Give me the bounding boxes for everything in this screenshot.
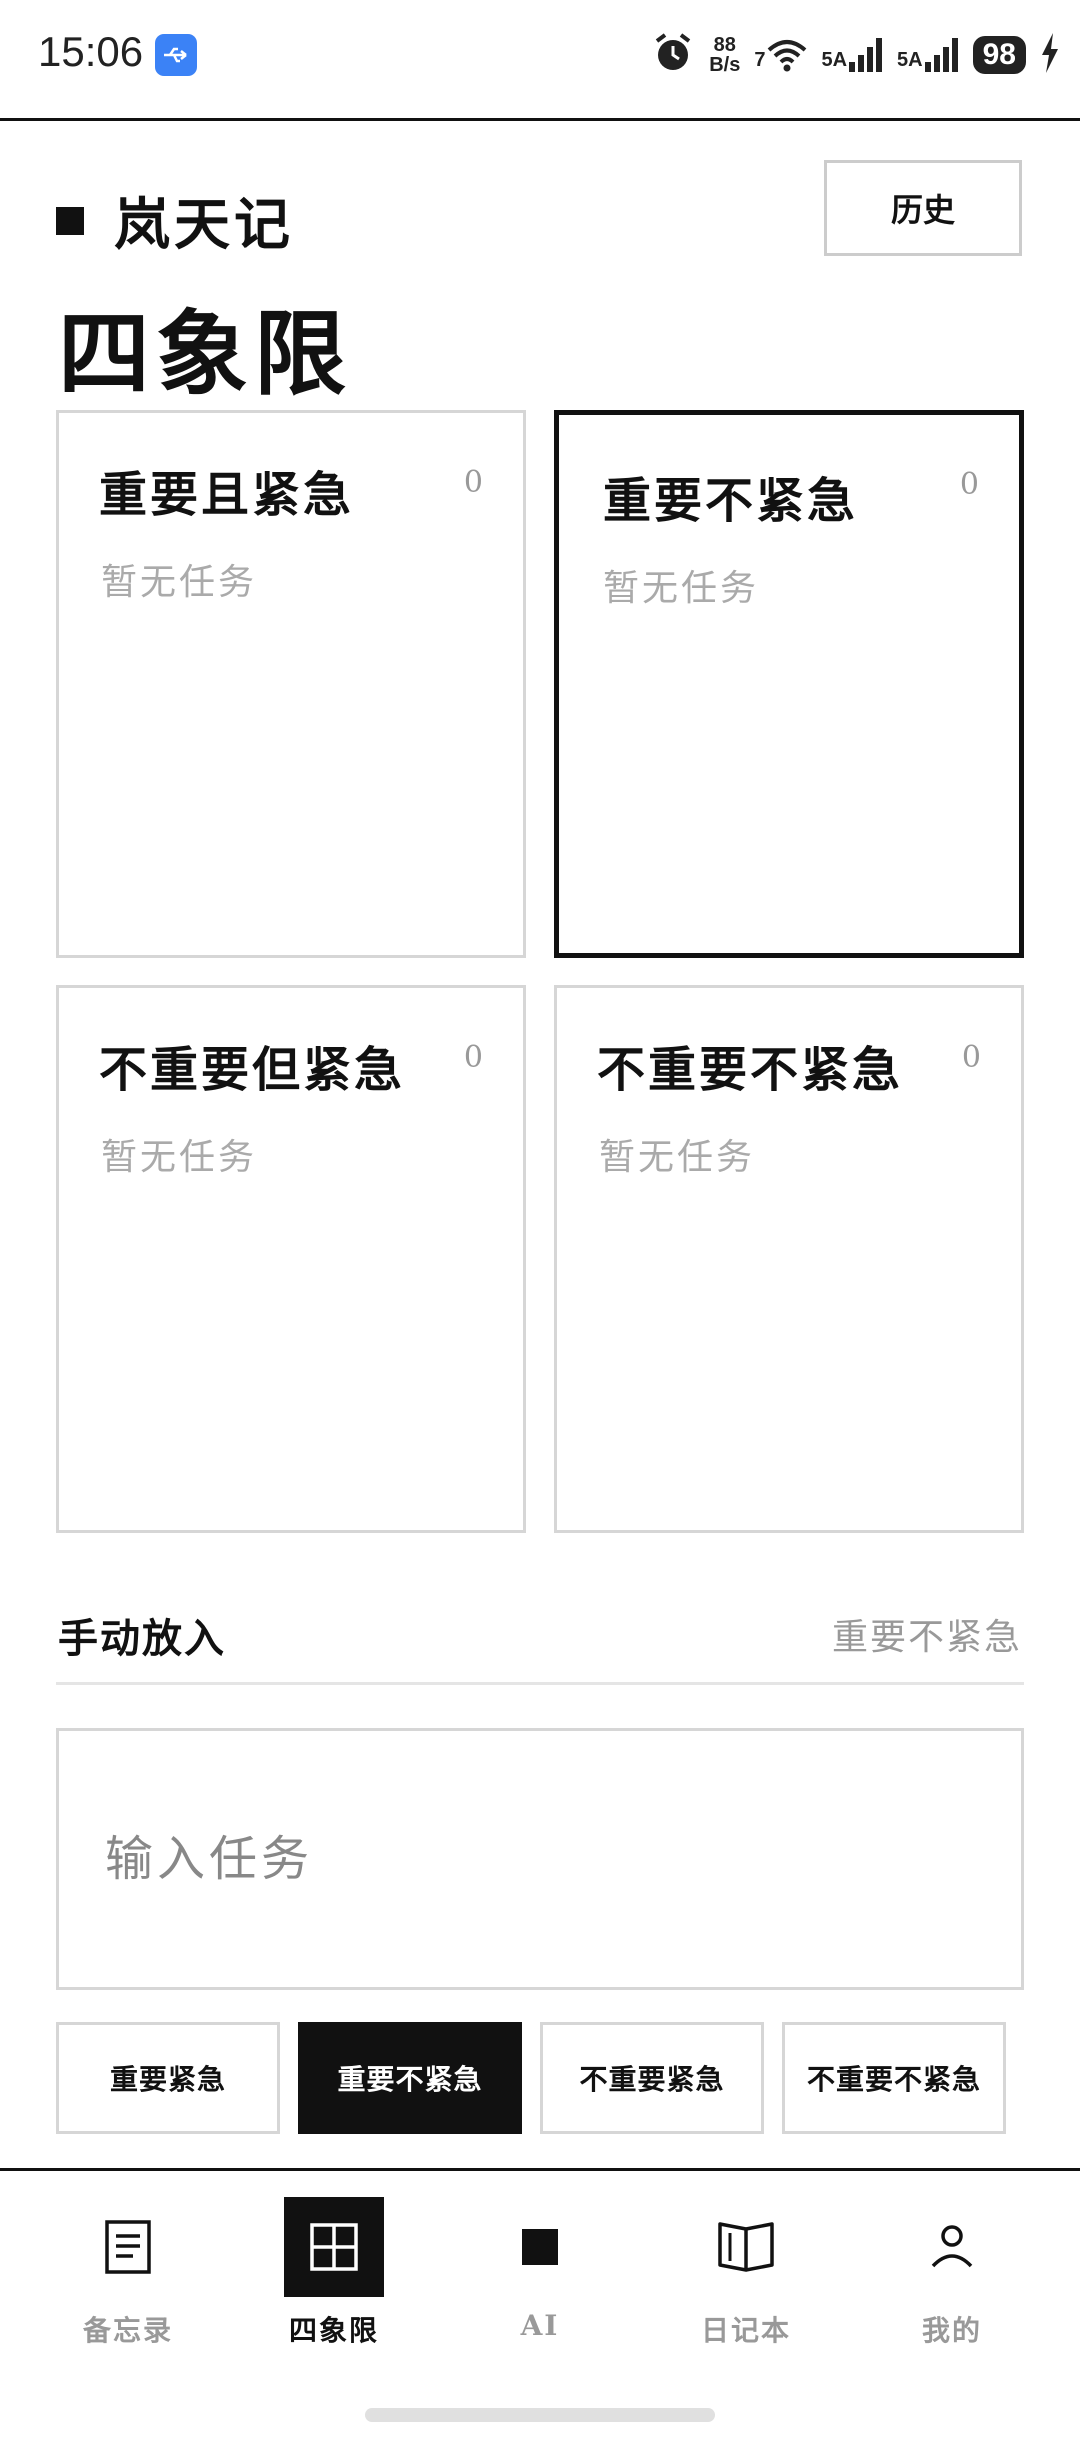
app-brand: 岚天记 [56, 180, 294, 261]
quadrant-count: 0 [959, 467, 979, 502]
sim2-label: 5A [897, 49, 923, 71]
nav-label: AI [520, 2309, 560, 2342]
manual-add-label: 手动放入 [58, 1615, 226, 1662]
sim1-label: 5A [821, 49, 848, 71]
bottom-nav: 备忘录 四象限 AI 日记本 我的 [0, 2168, 1080, 2447]
quadrant-count: 0 [463, 465, 483, 500]
quadrant-important-urgent[interactable]: 重要且紧急 0 暂无任务 [56, 410, 526, 958]
quadrant-count: 0 [961, 1040, 981, 1075]
quadrant-title: 重要且紧急 [99, 467, 355, 523]
status-bar: 15:06 88 B/s 7 5A 5A 98 [0, 0, 1080, 121]
usb-icon [155, 34, 197, 76]
quadrant-title: 不重要但紧急 [99, 1042, 406, 1098]
quadrant-not-important-urgent[interactable]: 不重要但紧急 0 暂无任务 [56, 985, 526, 1533]
quadrant-title: 不重要不紧急 [597, 1042, 904, 1098]
nav-label: 四象限 [288, 2314, 379, 2347]
person-icon [902, 2197, 1002, 2297]
square-icon [490, 2197, 590, 2297]
sim1-signal: 5A [821, 38, 883, 72]
nav-ai[interactable]: AI [470, 2197, 610, 2367]
document-icon [78, 2197, 178, 2297]
battery-level: 98 [972, 36, 1026, 74]
chip-important-not-urgent[interactable]: 重要不紧急 [298, 2022, 522, 2134]
nav-label: 日记本 [700, 2314, 791, 2347]
chip-important-urgent[interactable]: 重要紧急 [56, 2022, 280, 2134]
network-speed-value: 88 [713, 34, 736, 56]
charging-icon [1040, 32, 1060, 78]
wifi-icon [768, 40, 807, 72]
quadrant-empty-text: 暂无任务 [101, 1137, 258, 1178]
nav-profile[interactable]: 我的 [882, 2197, 1022, 2367]
network-speed-unit: B/s [709, 54, 741, 76]
signal-icon [849, 38, 883, 72]
page-title: 四象限 [58, 300, 353, 408]
quadrant-count: 0 [463, 1040, 483, 1075]
chip-not-important-urgent[interactable]: 不重要紧急 [540, 2022, 764, 2134]
wifi-label: 7 [754, 49, 766, 71]
task-input[interactable] [56, 1728, 1024, 1990]
quadrant-not-important-not-urgent[interactable]: 不重要不紧急 0 暂无任务 [554, 985, 1024, 1533]
network-speed: 88 B/s [709, 35, 740, 75]
book-icon [696, 2197, 796, 2297]
divider [56, 1682, 1024, 1685]
quadrant-empty-text: 暂无任务 [101, 562, 258, 603]
brand-square-icon [56, 206, 84, 235]
signal-icon [924, 38, 958, 72]
app-name: 岚天记 [114, 192, 294, 258]
nav-quadrant[interactable]: 四象限 [264, 2197, 404, 2367]
nav-memo[interactable]: 备忘录 [58, 2197, 198, 2367]
nav-label: 备忘录 [82, 2314, 173, 2347]
nav-diary[interactable]: 日记本 [676, 2197, 816, 2367]
quadrant-empty-text: 暂无任务 [599, 1137, 756, 1178]
status-time: 15:06 [38, 28, 144, 75]
quadrant-title: 重要不紧急 [603, 473, 859, 529]
wifi-status: 7 [754, 38, 807, 72]
nav-label: 我的 [921, 2314, 982, 2347]
history-button[interactable]: 历史 [824, 160, 1022, 256]
quadrant-selector: 重要紧急 重要不紧急 不重要紧急 不重要不紧急 [56, 2022, 1006, 2134]
quadrant-important-not-urgent[interactable]: 重要不紧急 0 暂无任务 [554, 410, 1024, 958]
alarm-icon [651, 31, 695, 80]
home-indicator[interactable] [365, 2408, 715, 2422]
chip-not-important-not-urgent[interactable]: 不重要不紧急 [782, 2022, 1006, 2134]
sim2-signal: 5A [897, 38, 959, 72]
quadrant-empty-text: 暂无任务 [603, 568, 760, 609]
manual-target-quadrant: 重要不紧急 [831, 1617, 1022, 1658]
grid-icon [284, 2197, 384, 2297]
